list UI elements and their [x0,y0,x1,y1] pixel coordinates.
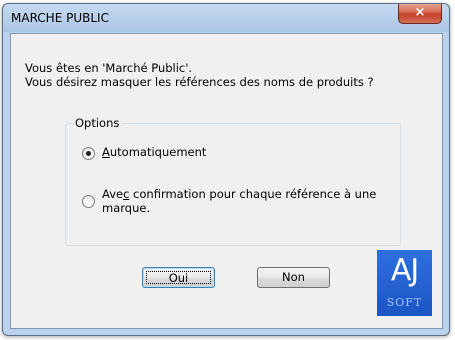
oui-label: Oui [146,271,211,284]
radio-auto-label[interactable]: Automatiquement [102,145,206,159]
radio-confirm-label[interactable]: Avec confirmation pour chaque référence … [102,187,376,215]
non-button[interactable]: Non [257,267,330,288]
dialog-window: MARCHE PUBLIC × Vous êtes en 'Marché Pub… [2,3,450,336]
options-group: Options Automatiquement Avec confirmatio… [65,116,401,246]
window-title: MARCHE PUBLIC [11,11,109,25]
radio-button-auto[interactable] [82,147,95,160]
message-text: Vous êtes en 'Marché Public'. Vous désir… [25,61,374,89]
message-line-1: Vous êtes en 'Marché Public'. [25,61,193,75]
radio-avec-confirmation[interactable]: Avec confirmation pour chaque référence … [82,187,376,215]
radio-automatiquement[interactable]: Automatiquement [82,145,206,160]
message-line-2: Vous désirez masquer les références des … [25,75,374,89]
dialog-body: Vous êtes en 'Marché Public'. Vous désir… [10,33,443,329]
aj-soft-logo: AJ SOFT [377,250,432,316]
close-icon: × [414,5,426,20]
title-bar[interactable]: MARCHE PUBLIC × [3,4,449,32]
logo-main-text: AJ [390,253,419,288]
logo-sub-text: SOFT [386,296,423,309]
radio-selected-dot [86,151,91,156]
close-button[interactable]: × [398,4,442,24]
oui-button[interactable]: Oui [142,267,215,288]
options-group-label: Options [72,116,123,130]
radio-button-confirm[interactable] [82,195,95,208]
